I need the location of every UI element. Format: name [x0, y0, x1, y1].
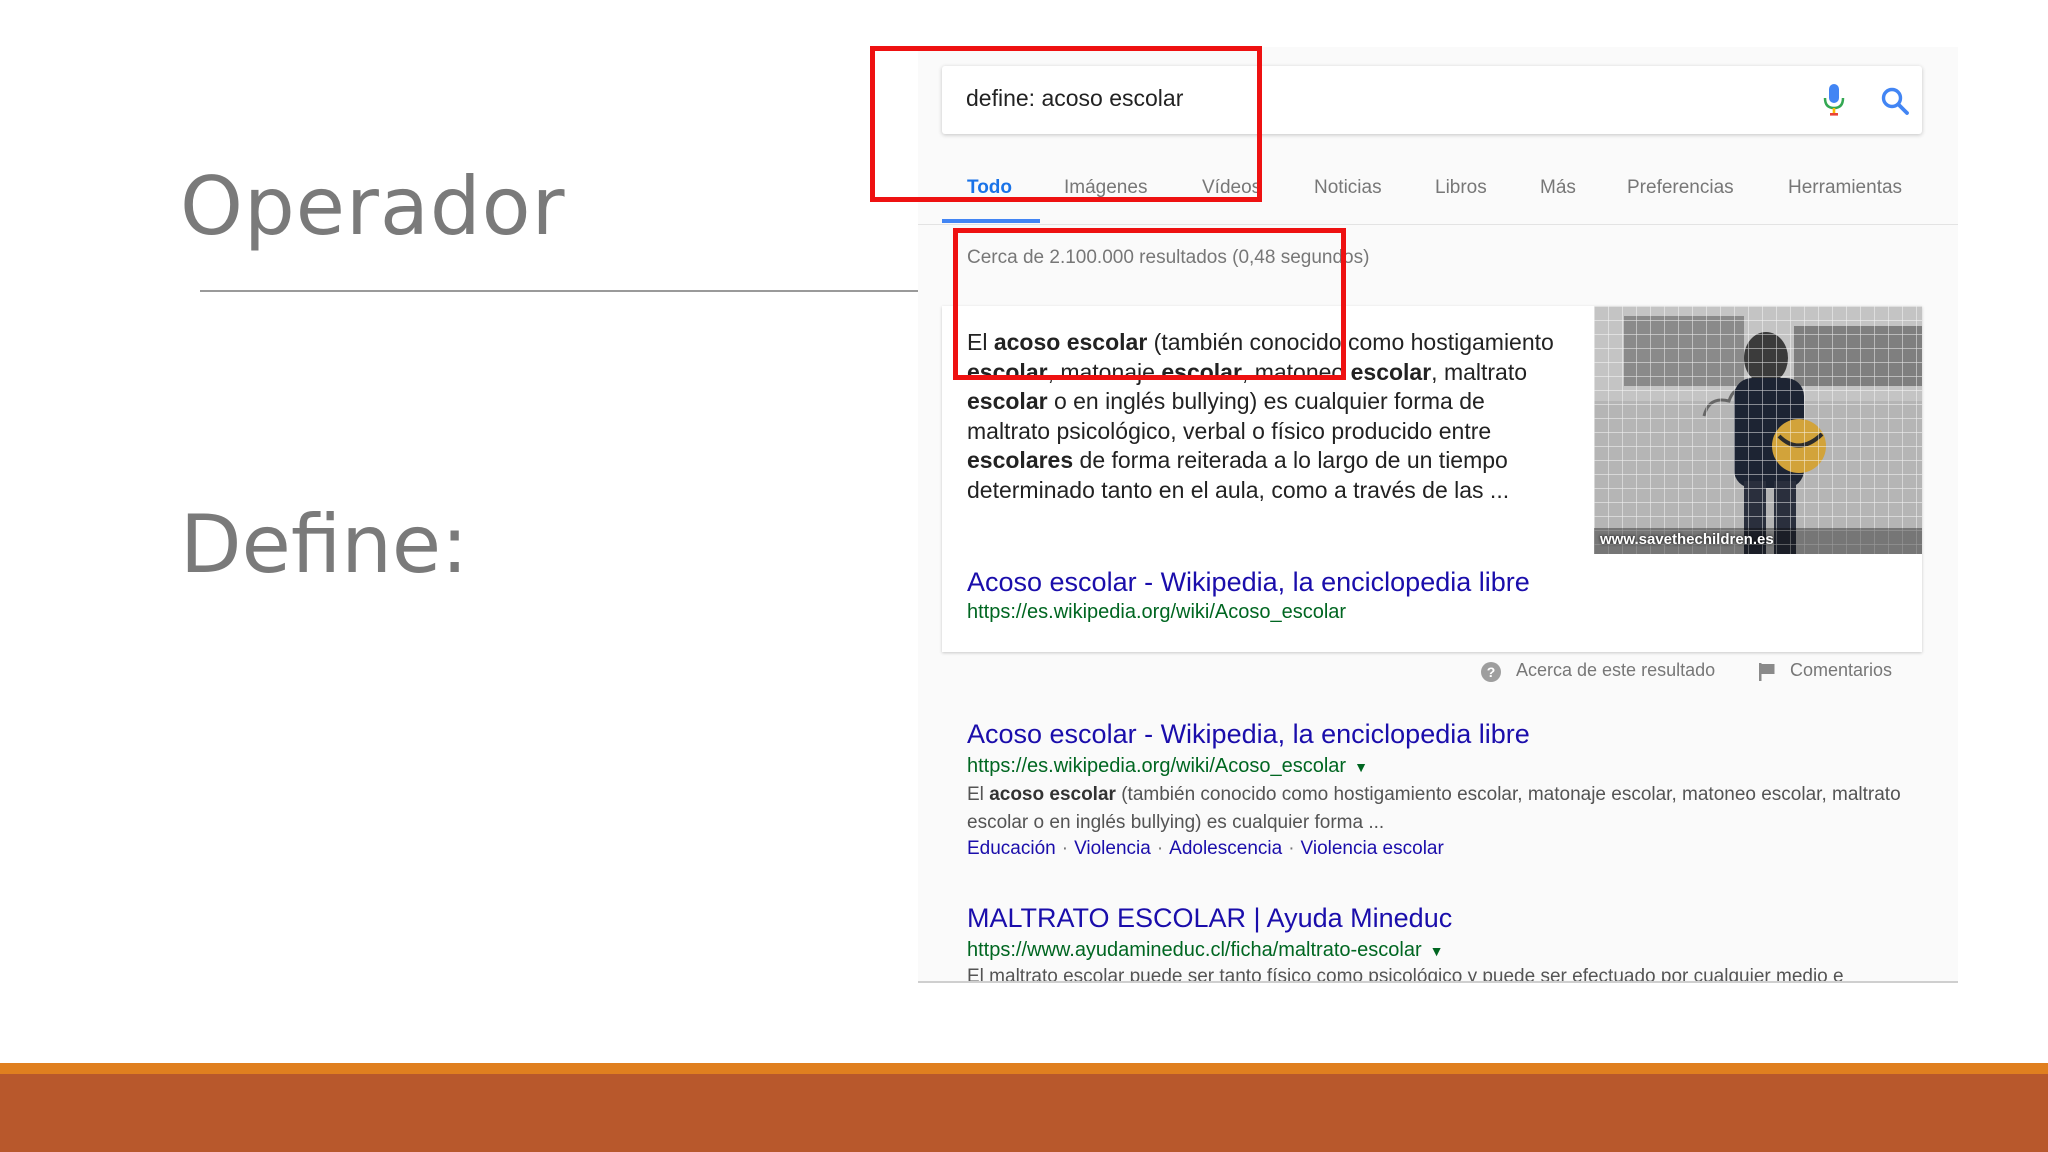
featured-result-link[interactable]: Acoso escolar - Wikipedia, la encicloped… [967, 567, 1530, 598]
image-caption: www.savethechildren.es [1600, 531, 1774, 548]
result-1-title[interactable]: Acoso escolar - Wikipedia, la encicloped… [967, 719, 1530, 750]
tab-libros[interactable]: Libros [1435, 177, 1487, 199]
screenshot-bottom-border [918, 981, 1958, 983]
result-1-snippet: El acoso escolar (también conocido como … [967, 784, 1901, 833]
sitelink-separator: · [1061, 838, 1069, 859]
active-tab-indicator [942, 219, 1040, 223]
result-2-snippet: El maltrato escolar puede ser tanto físi… [967, 966, 1844, 982]
tab-herramientas[interactable]: Herramientas [1788, 177, 1902, 199]
slide-subtitle: Define: [180, 498, 469, 591]
result-2-title[interactable]: MALTRATO ESCOLAR | Ayuda Mineduc [967, 903, 1452, 934]
sitelink-educacion[interactable]: Educación [967, 838, 1056, 859]
result-1-url-text: https://es.wikipedia.org/wiki/Acoso_esco… [967, 755, 1347, 777]
footer-accent-bar [0, 1063, 2048, 1074]
magnifier-icon[interactable] [1880, 86, 1910, 116]
child-soccer-photo [1594, 306, 1922, 554]
svg-text:?: ? [1487, 664, 1496, 680]
sitelink-separator: · [1156, 838, 1164, 859]
sitelink-adolescencia[interactable]: Adolescencia [1169, 838, 1282, 859]
about-result-link[interactable]: Acerca de este resultado [1516, 660, 1715, 681]
tabs-divider [918, 224, 1958, 225]
footer-bar [0, 1074, 2048, 1152]
caret-down-icon[interactable]: ▼ [1430, 943, 1444, 959]
feedback-link[interactable]: Comentarios [1790, 660, 1892, 681]
result-2-url: https://www.ayudamineduc.cl/ficha/maltra… [967, 939, 1444, 962]
tab-mas[interactable]: Más [1540, 177, 1576, 199]
sitelink-separator: · [1288, 838, 1295, 859]
featured-image[interactable]: www.savethechildren.es [1594, 306, 1922, 554]
featured-result-url: https://es.wikipedia.org/wiki/Acoso_esco… [967, 601, 1347, 623]
result-1-sitelinks: Educación · Violencia · Adolescencia · Violenc… [967, 838, 1444, 860]
caret-down-icon[interactable]: ▼ [1354, 759, 1368, 775]
annotation-box-query [870, 46, 1262, 202]
help-icon[interactable]: ? [1480, 661, 1502, 683]
sitelink-violencia-escolar[interactable]: Violencia escolar [1301, 838, 1444, 859]
slide-title: Operador [180, 160, 566, 253]
annotation-box-definition [953, 228, 1346, 380]
sitelink-violencia[interactable]: Violencia [1074, 838, 1151, 859]
result-2-url-text: https://www.ayudamineduc.cl/ficha/maltra… [967, 939, 1422, 961]
result-1-url: https://es.wikipedia.org/wiki/Acoso_esco… [967, 755, 1368, 778]
feedback-flag-icon[interactable] [1758, 662, 1776, 682]
microphone-icon[interactable] [1822, 83, 1846, 117]
tab-preferencias[interactable]: Preferencias [1627, 177, 1734, 199]
title-divider [200, 290, 918, 292]
tab-noticias[interactable]: Noticias [1314, 177, 1382, 199]
